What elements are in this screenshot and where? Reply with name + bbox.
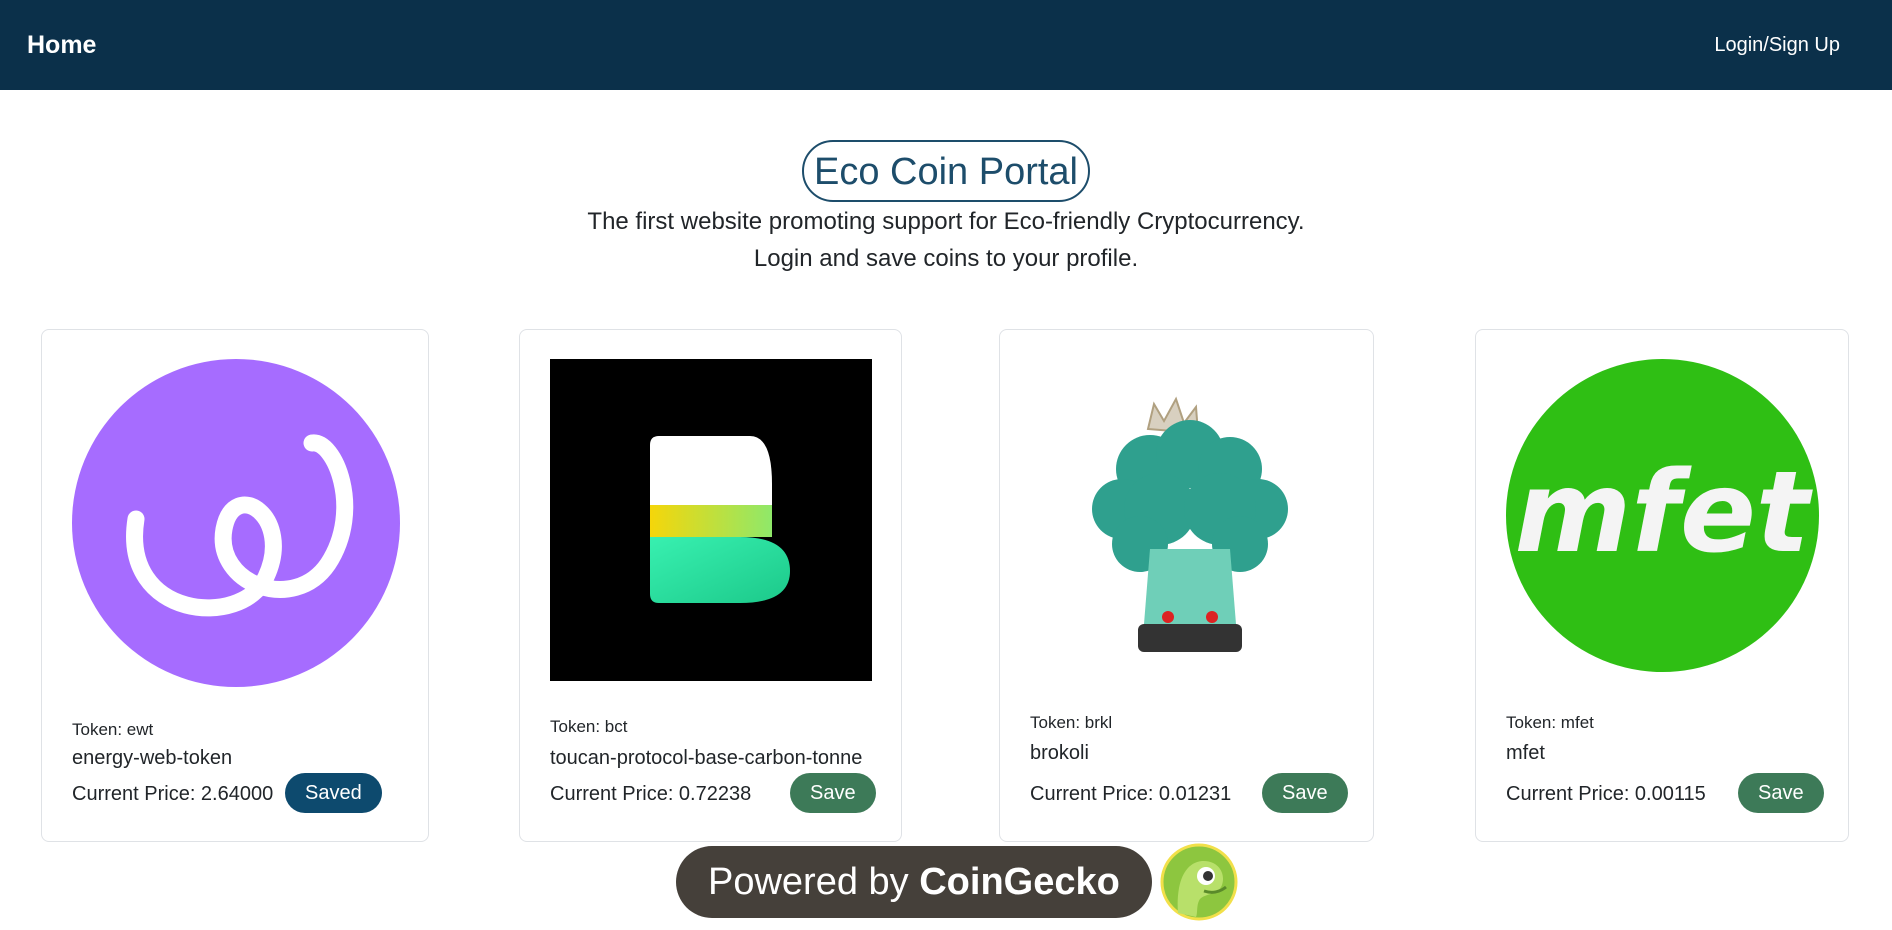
hero: Eco Coin Portal The first website promot… (0, 140, 1892, 276)
energy-web-logo-icon (72, 359, 400, 687)
login-signup-link[interactable]: Login/Sign Up (1714, 34, 1840, 57)
home-link[interactable]: Home (27, 31, 96, 60)
coin-card-bct: Token: bct toucan-protocol-base-carbon-t… (519, 329, 902, 842)
coin-name: mfet (1506, 742, 1545, 764)
coin-card-brkl: Token: brkl brokoli Current Price: 0.012… (999, 329, 1374, 842)
hero-subtitle-line1: The first website promoting support for … (587, 207, 1305, 235)
save-button[interactable]: Save (1262, 773, 1348, 813)
powered-by-label: Powered by (708, 860, 909, 903)
coin-name: brokoli (1030, 742, 1089, 764)
page-title: Eco Coin Portal (801, 140, 1090, 202)
token-symbol: Token: brkl (1030, 713, 1113, 732)
brokoli-mascot-icon (1030, 359, 1343, 672)
mfet-logo-icon: mfet (1506, 359, 1819, 672)
powered-by-badge[interactable]: Powered by CoinGecko (676, 846, 1152, 918)
hero-subtitle-line2: Login and save coins to your profile. (753, 244, 1139, 272)
coingecko-gecko-icon[interactable] (1160, 843, 1238, 921)
token-symbol: Token: mfet (1506, 713, 1594, 732)
svg-text:mfet: mfet (1515, 448, 1813, 578)
coin-card-mfet: mfet Token: mfet mfet Current Price: 0.0… (1475, 329, 1849, 842)
current-price: Current Price: 2.64000 (72, 783, 274, 805)
current-price: Current Price: 0.00115 (1506, 783, 1706, 805)
current-price: Current Price: 0.01231 (1030, 783, 1232, 805)
save-button[interactable]: Save (1738, 773, 1824, 813)
coin-card-ewt: Token: ewt energy-web-token Current Pric… (41, 329, 429, 842)
coin-name: energy-web-token (72, 747, 233, 769)
save-button[interactable]: Save (790, 773, 876, 813)
coin-name: toucan-protocol-base-carbon-tonne (550, 747, 863, 769)
current-price: Current Price: 0.72238 (550, 783, 752, 805)
saved-button[interactable]: Saved (285, 773, 382, 813)
coingecko-label: CoinGecko (919, 860, 1120, 903)
navbar: Home Login/Sign Up (0, 0, 1892, 90)
token-symbol: Token: bct (550, 717, 628, 736)
token-symbol: Token: ewt (72, 720, 154, 739)
powered-by-coingecko[interactable]: Powered by CoinGecko (676, 843, 1238, 921)
toucan-b-logo-icon (550, 359, 872, 681)
